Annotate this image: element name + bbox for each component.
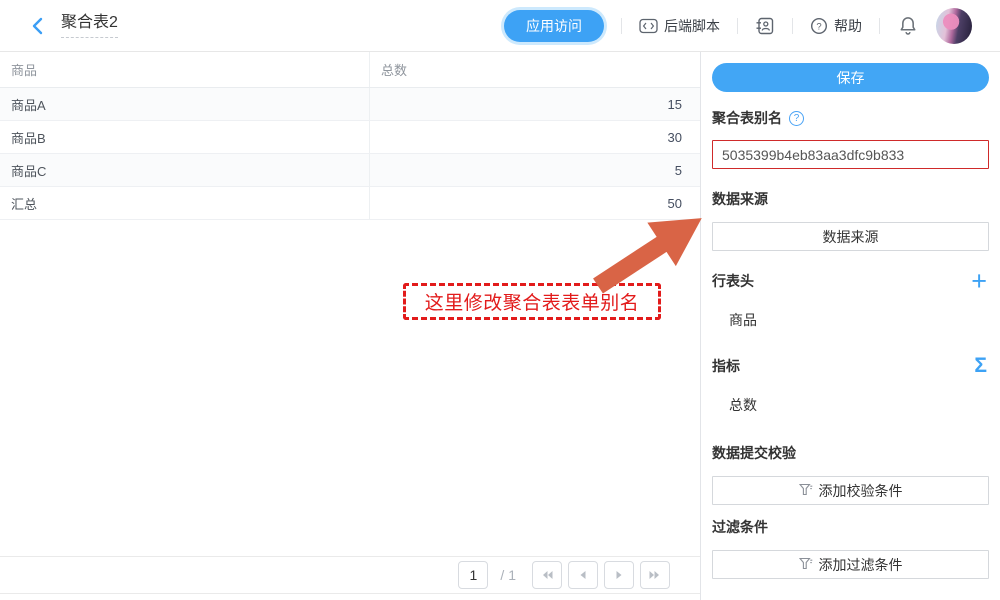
first-page-button[interactable] (532, 561, 562, 589)
alias-input[interactable] (712, 140, 989, 169)
alias-label: 聚合表别名 (712, 108, 782, 128)
divider (792, 18, 793, 34)
back-icon[interactable] (30, 15, 48, 36)
table-header-row: 商品 总数 (0, 52, 700, 88)
notification-bell-icon[interactable] (897, 15, 919, 37)
next-page-button[interactable] (604, 561, 634, 589)
cell-product: 汇总 (0, 187, 370, 219)
help-icon: ? (810, 17, 828, 35)
column-header-total: 总数 (370, 60, 700, 79)
table-row: 商品A 15 (0, 88, 700, 121)
cell-product: 商品C (0, 154, 370, 186)
cell-product: 商品A (0, 88, 370, 120)
add-row-header-icon[interactable]: + (971, 271, 987, 291)
filter-icon (799, 557, 813, 573)
metric-item[interactable]: 总数 (712, 395, 989, 415)
contacts-icon (755, 16, 775, 36)
current-page-input[interactable]: 1 (458, 561, 488, 589)
app-access-button[interactable]: 应用访问 (504, 10, 604, 42)
prev-page-button[interactable] (568, 561, 598, 589)
column-header-product: 商品 (0, 52, 370, 87)
metric-label: 指标 (712, 356, 740, 376)
row-header-label: 行表头 (712, 271, 754, 291)
metric-row: 指标 Σ (712, 356, 989, 376)
add-validation-button[interactable]: 添加校验条件 (712, 476, 989, 505)
backend-script-button[interactable]: 后端脚本 (639, 16, 720, 36)
add-filter-button[interactable]: 添加过滤条件 (712, 550, 989, 579)
page-total-label: / 1 (500, 567, 516, 583)
annotation-callout: 这里修改聚合表表单别名 (403, 283, 661, 320)
help-button[interactable]: ? 帮助 (810, 16, 862, 36)
save-button[interactable]: 保存 (712, 63, 989, 92)
validation-label: 数据提交校验 (712, 443, 989, 463)
alias-help-icon[interactable]: ? (789, 111, 804, 126)
datasource-button[interactable]: 数据来源 (712, 222, 989, 251)
add-validation-label: 添加校验条件 (819, 481, 903, 501)
top-bar: 聚合表2 应用访问 后端脚本 (0, 0, 1000, 52)
last-page-button[interactable] (640, 561, 670, 589)
add-filter-label: 添加过滤条件 (819, 555, 903, 575)
table-row: 汇总 50 (0, 187, 700, 220)
datasource-label: 数据来源 (712, 189, 989, 209)
code-icon (639, 18, 658, 34)
alias-label-row: 聚合表别名 ? (712, 108, 989, 128)
cell-total: 50 (370, 196, 700, 211)
row-header-item[interactable]: 商品 (712, 310, 989, 330)
filter-icon (799, 483, 813, 499)
cell-total: 5 (370, 163, 700, 178)
cell-total: 30 (370, 130, 700, 145)
table-row: 商品C 5 (0, 154, 700, 187)
cell-product: 商品B (0, 121, 370, 153)
topbar-actions: 应用访问 后端脚本 (504, 8, 1000, 44)
divider (737, 18, 738, 34)
divider (879, 18, 880, 34)
avatar[interactable] (936, 8, 972, 44)
row-header-row: 行表头 + (712, 271, 989, 291)
cell-total: 15 (370, 97, 700, 112)
backend-script-label: 后端脚本 (664, 16, 720, 36)
table-row: 商品B 30 (0, 121, 700, 154)
settings-sidebar: 保存 聚合表别名 ? 数据来源 数据来源 行表头 + 商品 指标 Σ 总数 数据… (700, 52, 1000, 600)
table-preview-area: 商品 总数 商品A 15 商品B 30 商品C 5 汇总 50 这里修改聚合表表… (0, 52, 700, 600)
divider (621, 18, 622, 34)
filter-label: 过滤条件 (712, 517, 989, 537)
help-label: 帮助 (834, 16, 862, 36)
page-title[interactable]: 聚合表2 (61, 14, 118, 38)
contacts-button[interactable] (755, 16, 775, 36)
pagination-bar: 1 / 1 (0, 556, 700, 594)
sigma-icon[interactable]: Σ (974, 356, 987, 376)
svg-text:?: ? (816, 21, 821, 32)
